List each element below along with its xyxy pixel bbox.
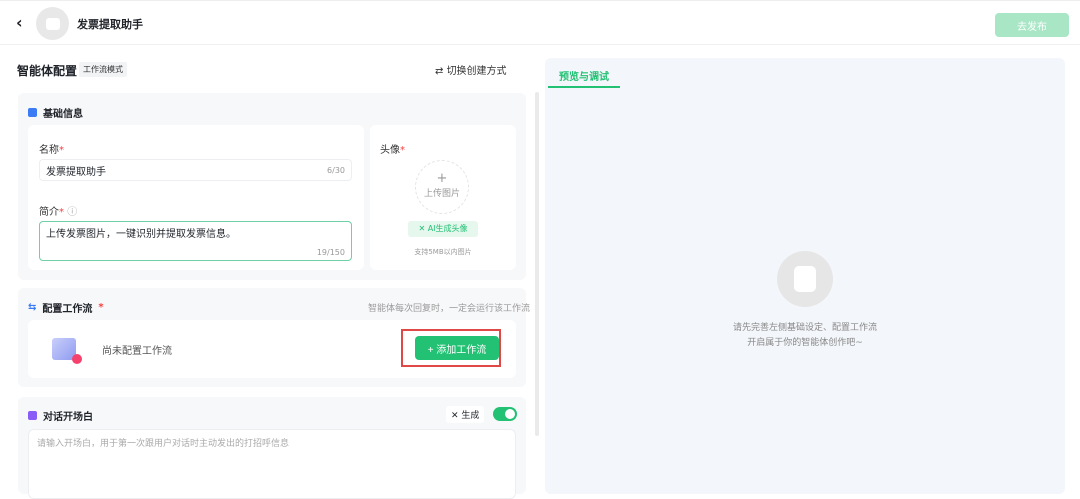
agent-title: 发票提取助手 — [77, 18, 143, 31]
config-title: 智能体配置 — [17, 64, 78, 78]
empty-workflow-illustration — [52, 338, 82, 364]
sparkle-icon: ✕ — [451, 411, 462, 421]
workflow-hint: 智能体每次回复时，一定会运行该工作流 — [367, 304, 530, 314]
avatar-panel: 头像* + 上传图片 ✕ AI生成头像 支持5MB以内图片 — [370, 125, 516, 270]
workflow-icon: ⇆ — [28, 302, 37, 313]
robot-placeholder-icon — [777, 251, 833, 307]
tab-preview-debug[interactable]: 预览与调试 — [548, 68, 620, 88]
upload-hint: 支持5MB以内图片 — [414, 248, 472, 256]
desc-count: 19/150 — [316, 248, 345, 257]
opening-placeholder: 请输入开场白，用于第一次跟用户对话时主动发出的打招呼信息 — [37, 439, 290, 449]
publish-button[interactable]: 去发布 — [995, 13, 1069, 37]
workflow-header: ⇆ 配置工作流 * — [28, 302, 104, 315]
preview-panel: 预览与调试 请先完善左侧基础设定、配置工作流 开启属于你的智能体创作吧~ — [545, 58, 1065, 494]
robot-icon — [45, 17, 60, 30]
switch-mode-button[interactable]: ⇄ 切换创建方式 — [435, 62, 507, 77]
back-button[interactable]: ‹ — [16, 13, 23, 32]
generate-button[interactable]: ✕ 生成 — [446, 406, 485, 423]
opening-header: 对话开场白 — [28, 408, 93, 423]
basic-info-title: 基础信息 — [43, 109, 83, 120]
workflow-card: ⇆ 配置工作流 * 智能体每次回复时，一定会运行该工作流 尚未配置工作流 + 添加工… — [18, 288, 530, 387]
upload-label: 上传图片 — [423, 189, 460, 199]
left-scrollbar[interactable] — [535, 92, 539, 436]
opening-toggle[interactable] — [493, 407, 517, 421]
opening-title: 对话开场白 — [43, 412, 93, 423]
workflow-empty-text: 尚未配置工作流 — [102, 346, 172, 357]
swap-icon: ⇄ — [435, 66, 447, 77]
name-count: 6/30 — [327, 165, 345, 175]
switch-label: 切换创建方式 — [446, 66, 507, 77]
mode-tag: 工作流模式 — [79, 62, 127, 77]
avatar-label: 头像* — [380, 145, 405, 156]
workflow-title: 配置工作流 — [42, 304, 93, 315]
desc-label: 简介* ⓘ — [39, 207, 78, 218]
workflow-empty-panel: 尚未配置工作流 + 添加工作流 — [28, 320, 516, 378]
name-value: 发票提取助手 — [46, 166, 106, 178]
upload-image-button[interactable]: + 上传图片 — [415, 160, 469, 214]
name-desc-panel: 名称* 发票提取助手 6/30 简介* ⓘ 上传发票图片，一键识别并提取发票信息。… — [28, 125, 364, 270]
opening-textarea[interactable]: 请输入开场白，用于第一次跟用户对话时主动发出的打招呼信息 — [28, 429, 516, 499]
ai-avatar-button[interactable]: ✕ AI生成头像 — [408, 221, 478, 237]
desc-value: 上传发票图片，一键识别并提取发票信息。 — [46, 229, 236, 240]
info-card-icon — [28, 108, 37, 117]
add-workflow-button[interactable]: + 添加工作流 — [415, 336, 499, 360]
name-input[interactable]: 发票提取助手 6/30 — [39, 159, 352, 181]
top-bar: ‹ 发票提取助手 去发布 — [0, 0, 1080, 45]
agent-avatar — [36, 7, 69, 40]
chat-flag-icon — [28, 411, 37, 420]
preview-empty-text: 请先完善左侧基础设定、配置工作流 开启属于你的智能体创作吧~ — [732, 323, 877, 348]
name-label: 名称* — [39, 145, 64, 156]
info-icon: ⓘ — [67, 207, 78, 218]
sparkle-icon: ✕ — [418, 224, 428, 233]
plus-icon: + — [436, 171, 448, 186]
basic-info-card: 基础信息 名称* 发票提取助手 6/30 简介* ⓘ 上传发票图片，一键识别并提取… — [18, 93, 526, 280]
basic-info-header: 基础信息 — [28, 105, 83, 120]
opening-card: 对话开场白 ✕ 生成 请输入开场白，用于第一次跟用户对话时主动发出的打招呼信息 — [18, 397, 526, 499]
desc-textarea[interactable]: 上传发票图片，一键识别并提取发票信息。 19/150 — [39, 221, 352, 261]
